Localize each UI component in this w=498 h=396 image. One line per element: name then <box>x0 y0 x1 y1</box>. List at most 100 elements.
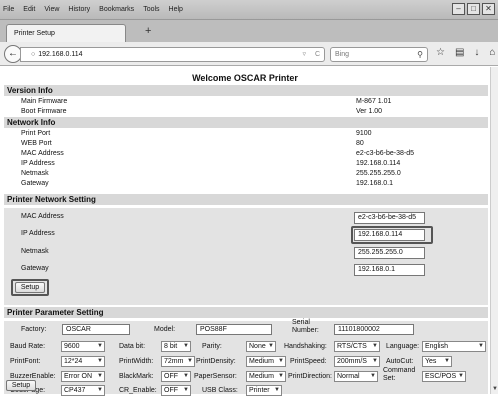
download-icon[interactable]: ↓ <box>474 47 479 58</box>
globe-icon: ○ <box>31 51 36 58</box>
data-bit-value: 8 bit <box>164 343 178 350</box>
menu-help[interactable]: Help <box>169 6 183 13</box>
parity-select[interactable]: None ▼ <box>246 341 276 352</box>
row-value: 192.168.0.1 <box>356 180 393 187</box>
blackmark-select[interactable]: OFF ▼ <box>161 371 191 382</box>
parameter-setting-form: Factory: OSCAR Model: POS88F Serial Numbe… <box>4 319 488 396</box>
codepage-select[interactable]: CP437 ▼ <box>61 385 105 396</box>
search-icon[interactable]: ⚲ <box>417 48 423 61</box>
row-value: e2-c3-b6-be-38-d5 <box>356 150 414 157</box>
mac-address-field[interactable]: e2-c3-b6-be-38-d5 <box>354 212 425 224</box>
network-row: WEB Port 80 <box>4 139 488 149</box>
command-set-value: ESC/POS <box>425 373 457 380</box>
model-field[interactable]: POS88F <box>196 324 272 335</box>
chevron-down-icon: ▼ <box>458 373 464 379</box>
row-value: M-867 1.01 <box>356 98 392 105</box>
menu-bookmarks[interactable]: Bookmarks <box>99 6 134 13</box>
network-row: Gateway 192.168.0.1 <box>4 179 488 189</box>
reload-icon[interactable]: C <box>315 48 320 61</box>
language-label: Language: <box>386 343 420 350</box>
factory-field[interactable]: OSCAR <box>62 324 130 335</box>
handshaking-select[interactable]: RTS/CTS ▼ <box>334 341 380 352</box>
command-set-select[interactable]: ESC/POS ▼ <box>422 371 466 382</box>
search-box[interactable]: Bing ⚲ <box>330 47 428 62</box>
data-bit-label: Data bit: <box>119 343 146 350</box>
print-direction-value: Normal <box>337 373 360 380</box>
parameter-setting-header: Printer Parameter Setting <box>4 307 488 318</box>
chevron-down-icon: ▼ <box>268 343 274 349</box>
chevron-down-icon: ▼ <box>97 343 103 349</box>
command-set-label-line1: Command <box>383 367 416 374</box>
codepage-value: CP437 <box>64 387 86 394</box>
vertical-scrollbar[interactable]: ▼ <box>490 67 498 394</box>
menu-view[interactable]: View <box>44 6 59 13</box>
usb-class-select[interactable]: Printer ▼ <box>246 385 282 396</box>
home-icon[interactable]: ⌂ <box>489 47 495 58</box>
row-value: 80 <box>356 140 364 147</box>
menu-tools[interactable]: Tools <box>143 6 159 13</box>
address-bar[interactable]: ○ 192.168.0.114 ▿ C <box>20 47 325 62</box>
parameter-setup-button[interactable]: Setup <box>6 380 36 391</box>
row-label: Netmask <box>21 170 49 177</box>
row-label: Boot Firmware <box>21 108 67 115</box>
netmask-field[interactable]: 255.255.255.0 <box>354 247 425 259</box>
menu-edit[interactable]: Edit <box>23 6 35 13</box>
window-controls: – □ ✕ <box>452 3 495 15</box>
gateway-field[interactable]: 192.168.0.1 <box>354 264 425 276</box>
paper-sensor-select[interactable]: Medium ▼ <box>246 371 286 382</box>
network-row: MAC Address e2-c3-b6-be-38-d5 <box>4 149 488 159</box>
chevron-down-icon: ▼ <box>183 373 189 379</box>
gateway-label: Gateway <box>21 265 49 272</box>
print-font-value: 12*24 <box>64 358 83 365</box>
buzzer-select[interactable]: Error ON ▼ <box>61 371 105 382</box>
chevron-down-icon: ▼ <box>372 358 378 364</box>
tab-printer-setup[interactable]: Printer Setup <box>6 24 126 42</box>
row-label: MAC Address <box>21 150 64 157</box>
scroll-down-icon[interactable]: ▼ <box>491 386 498 392</box>
data-bit-select[interactable]: 8 bit ▼ <box>161 341 191 352</box>
netmask-label: Netmask <box>21 248 49 255</box>
chevron-down-icon: ▼ <box>183 343 189 349</box>
language-select[interactable]: English ▼ <box>422 341 486 352</box>
mac-label: MAC Address <box>21 213 64 220</box>
dropdown-arrow-icon[interactable]: ▿ <box>302 48 306 61</box>
close-icon[interactable]: ✕ <box>482 3 495 15</box>
chevron-down-icon: ▼ <box>97 373 103 379</box>
network-row: Netmask 255.255.255.0 <box>4 169 488 179</box>
chevron-down-icon: ▼ <box>372 343 378 349</box>
navigation-bar: ← ○192.168.0.114 ▿ C Bing ⚲ ☆ ▤ ↓ ⌂ ≡ <box>0 42 498 66</box>
network-setup-button[interactable]: Setup <box>15 282 45 293</box>
menu-history[interactable]: History <box>68 6 90 13</box>
bookmarks-list-icon[interactable]: ▤ <box>455 47 464 58</box>
baud-rate-value: 9600 <box>64 343 80 350</box>
chevron-down-icon: ▼ <box>97 358 103 364</box>
print-direction-select[interactable]: Normal ▼ <box>334 371 378 382</box>
serial-number-field[interactable]: 11101800002 <box>334 324 414 335</box>
new-tab-button[interactable]: + <box>145 26 151 37</box>
star-bookmark-icon[interactable]: ☆ <box>436 47 445 58</box>
baud-rate-select[interactable]: 9600 ▼ <box>61 341 105 352</box>
print-font-select[interactable]: 12*24 ▼ <box>61 356 105 367</box>
minimize-icon[interactable]: – <box>452 3 465 15</box>
cr-enable-select[interactable]: OFF ▼ <box>161 385 191 396</box>
blackmark-value: OFF <box>164 373 178 380</box>
window-titlebar: File Edit View History Bookmarks Tools H… <box>0 0 498 20</box>
autocut-select[interactable]: Yes ▼ <box>422 356 452 367</box>
print-width-select[interactable]: 72mm ▼ <box>161 356 195 367</box>
blackmark-label: BlackMark: <box>119 373 154 380</box>
ip-label: IP Address <box>21 230 55 237</box>
network-setting-form: MAC Address e2-c3-b6-be-38-d5 IP Address… <box>4 208 488 305</box>
network-setting-header: Printer Network Setting <box>4 194 488 205</box>
print-width-label: PrintWidth: <box>119 358 154 365</box>
print-density-select[interactable]: Medium ▼ <box>246 356 286 367</box>
menu-file[interactable]: File <box>3 6 14 13</box>
maximize-icon[interactable]: □ <box>467 3 480 15</box>
row-value: Ver 1.00 <box>356 108 383 115</box>
chevron-down-icon: ▼ <box>187 358 193 364</box>
handshaking-label: Handshaking: <box>284 343 327 350</box>
version-info-header: Version Info <box>4 85 488 96</box>
print-speed-label: PrintSpeed: <box>290 358 327 365</box>
print-speed-select[interactable]: 200mm/S ▼ <box>334 356 380 367</box>
print-density-value: Medium <box>249 358 274 365</box>
parity-label: Parity: <box>202 343 222 350</box>
